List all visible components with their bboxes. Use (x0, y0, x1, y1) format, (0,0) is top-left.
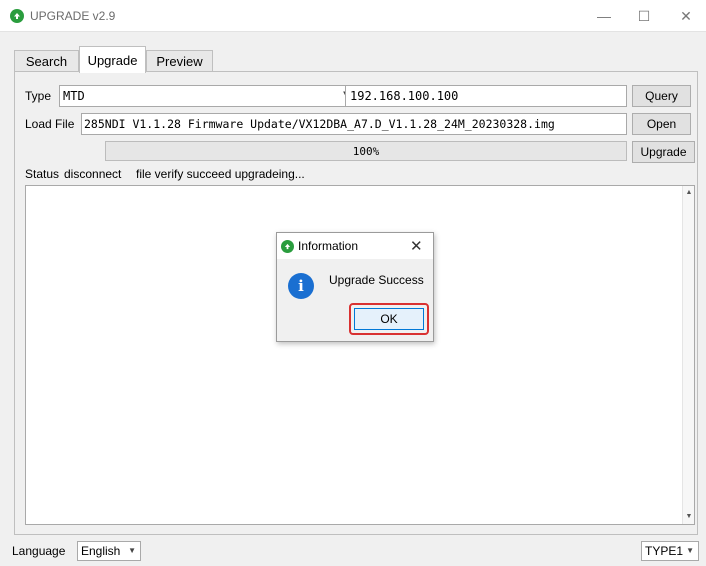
app-upload-icon (10, 9, 24, 23)
progress-text: 100% (352, 145, 380, 158)
query-button[interactable]: Query (632, 85, 691, 107)
dialog-upload-icon (281, 240, 294, 253)
chevron-down-icon: ▼ (686, 546, 694, 555)
language-select[interactable]: English ▼ (77, 541, 141, 561)
upgrade-progress-bar: 100% (105, 141, 627, 161)
ip-address-value: 192.168.100.100 (350, 89, 459, 103)
type-mode-value: TYPE1 (645, 544, 684, 558)
title-bar: UPGRADE v2.9 — ☐ ✕ (0, 0, 706, 32)
status-label: Status (25, 167, 60, 181)
tab-preview[interactable]: Preview (146, 50, 213, 72)
dialog-close-icon[interactable]: ✕ (410, 237, 423, 255)
load-file-path: 285NDI V1.1.28 Firmware Update/VX12DBA_A… (84, 117, 555, 131)
close-button[interactable]: ✕ (666, 0, 706, 32)
language-label: Language (12, 544, 66, 558)
tab-search[interactable]: Search (14, 50, 79, 72)
chevron-down-icon: ▼ (128, 546, 136, 555)
status-value: disconnect (64, 167, 122, 181)
minimize-button[interactable]: — (584, 0, 624, 32)
info-icon: i (288, 273, 314, 299)
dialog-title-bar: Information ✕ (277, 233, 433, 259)
dialog-title: Information (298, 239, 359, 253)
maximize-button[interactable]: ☐ (624, 0, 664, 32)
open-button[interactable]: Open (632, 113, 691, 135)
type-select-value: MTD (63, 89, 85, 103)
load-file-input[interactable]: 285NDI V1.1.28 Firmware Update/VX12DBA_A… (81, 113, 627, 135)
scroll-down-icon[interactable]: ▼ (683, 511, 695, 523)
tab-upgrade[interactable]: Upgrade (79, 46, 146, 73)
language-select-value: English (81, 544, 121, 558)
load-file-label: Load File (25, 117, 75, 131)
type-label: Type (25, 89, 52, 103)
log-scrollbar[interactable]: ▲ ▼ (682, 186, 694, 524)
ok-button[interactable]: OK (354, 308, 424, 330)
upgrade-button[interactable]: Upgrade (632, 141, 695, 163)
window-title: UPGRADE v2.9 (30, 9, 116, 23)
ip-address-input[interactable]: 192.168.100.100 (345, 85, 627, 107)
scroll-up-icon[interactable]: ▲ (683, 187, 695, 199)
information-dialog: Information ✕ i Upgrade Success OK (276, 232, 434, 342)
status-message: file verify succeed upgradeing... (136, 167, 305, 181)
dialog-message: Upgrade Success (329, 273, 424, 287)
type-select[interactable]: MTD ▼ (59, 85, 355, 107)
type-mode-select[interactable]: TYPE1 ▼ (641, 541, 699, 561)
